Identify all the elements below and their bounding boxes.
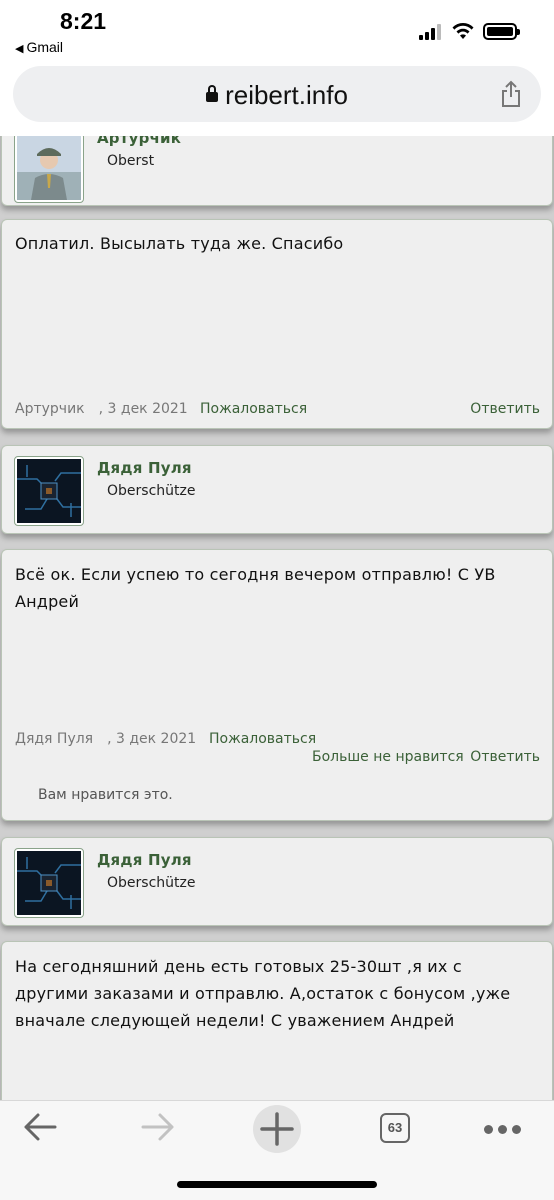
unlike-link[interactable]: Больше не нравится <box>312 749 464 765</box>
post-message: Оплатил. Высылать туда же. Спасибо Артур… <box>1 219 553 429</box>
back-triangle-icon: ◀ <box>15 43 24 55</box>
status-bar: 8:21 ◀ Gmail <box>0 0 554 62</box>
report-link[interactable]: Пожаловаться <box>200 401 307 417</box>
post-message: Всё ок. Если успею то сегодня вечером от… <box>1 549 553 821</box>
user-card: Дядя Пуля Oberschütze <box>1 445 553 534</box>
avatar-image <box>17 459 81 523</box>
avatar[interactable] <box>14 848 84 918</box>
post-text: Всё ок. Если успею то сегодня вечером от… <box>15 565 496 611</box>
back-arrow-icon[interactable] <box>22 1111 58 1143</box>
reply-link[interactable]: Ответить <box>470 749 540 765</box>
user-name[interactable]: Дядя Пуля <box>97 459 192 477</box>
user-title: Oberschütze <box>107 875 196 891</box>
share-icon[interactable] <box>499 80 523 108</box>
lock-icon <box>206 85 219 102</box>
post-message: На сегодняшний день есть готовых 25-30шт… <box>1 941 553 1100</box>
avatar[interactable] <box>14 456 84 526</box>
user-title: Oberst <box>107 153 155 169</box>
tabs-button[interactable]: 63 <box>380 1113 410 1143</box>
new-tab-button[interactable] <box>253 1105 301 1153</box>
post-meta: Дядя Пуля , 3 дек 2021 <box>15 731 196 747</box>
avatar[interactable] <box>14 136 84 203</box>
browser-header: reibert.info <box>0 62 554 136</box>
back-app-label: Gmail <box>26 39 64 55</box>
cellular-signal-icon <box>419 24 443 40</box>
like-summary: Вам нравится это. <box>38 787 173 803</box>
user-title: Oberschütze <box>107 483 196 499</box>
post-text: Оплатил. Высылать туда же. Спасибо <box>15 234 344 253</box>
forward-arrow-icon[interactable] <box>140 1111 176 1143</box>
post-author[interactable]: Дядя Пуля <box>15 731 93 747</box>
back-to-app-link[interactable]: ◀ Gmail <box>15 39 63 55</box>
address-bar[interactable]: reibert.info <box>13 66 541 122</box>
battery-icon <box>483 23 520 40</box>
plus-icon <box>260 1112 294 1146</box>
more-menu-icon[interactable] <box>484 1125 521 1135</box>
home-indicator[interactable] <box>177 1181 377 1188</box>
post-author[interactable]: Артурчик <box>15 401 85 417</box>
user-name[interactable]: Артурчик <box>97 136 181 147</box>
post-date[interactable]: , 3 дек 2021 <box>107 731 196 747</box>
avatar-image <box>17 136 81 200</box>
user-name[interactable]: Дядя Пуля <box>97 851 192 869</box>
avatar-image <box>17 851 81 915</box>
reply-link[interactable]: Ответить <box>470 401 540 417</box>
post-date[interactable]: , 3 дек 2021 <box>99 401 188 417</box>
user-card: Дядя Пуля Oberschütze <box>1 837 553 926</box>
post-text: На сегодняшний день есть готовых 25-30шт… <box>15 957 511 1030</box>
report-link[interactable]: Пожаловаться <box>209 731 316 747</box>
wifi-icon <box>452 23 474 39</box>
clock: 8:21 <box>60 8 107 34</box>
url-text: reibert.info <box>225 80 348 110</box>
thread-content: Артурчик Oberst Оплатил. Высылать туда ж… <box>0 136 554 1100</box>
post-meta: Артурчик , 3 дек 2021 <box>15 401 188 417</box>
user-card: Артурчик Oberst <box>1 136 553 206</box>
address-display: reibert.info <box>13 80 541 111</box>
